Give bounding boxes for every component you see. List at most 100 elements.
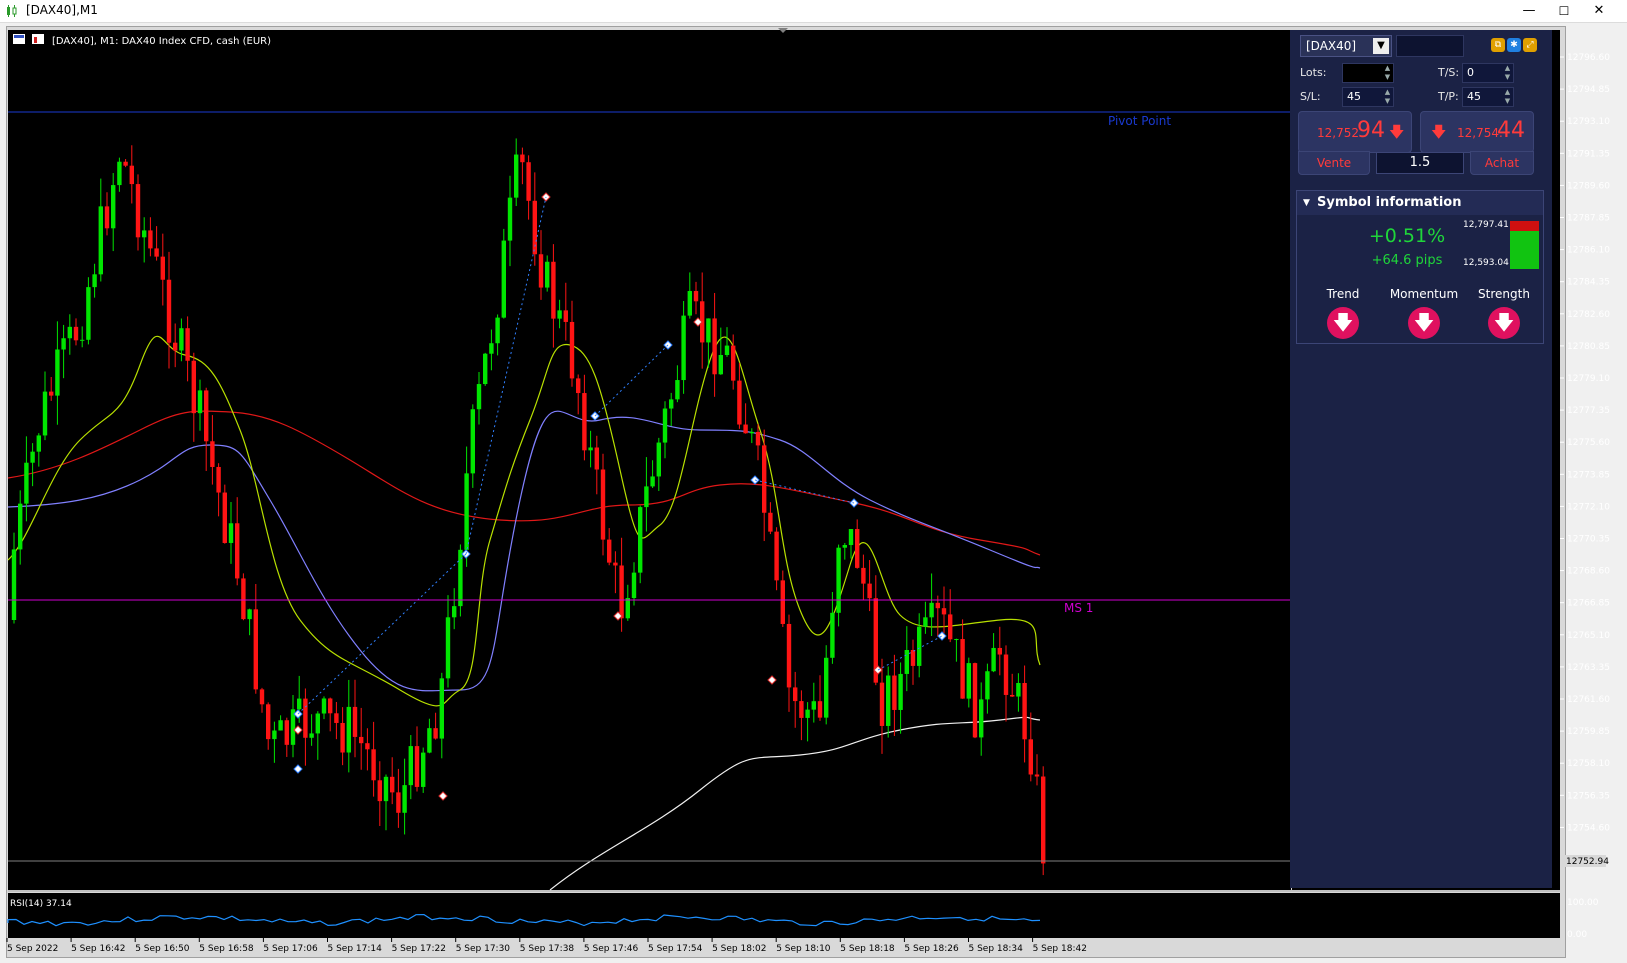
candle-body — [613, 562, 618, 566]
price-tick-label: 12765.10 — [1567, 631, 1610, 641]
candle-body — [768, 512, 773, 532]
candle-body — [253, 609, 258, 690]
candle-body — [569, 321, 575, 379]
candle-body — [607, 539, 612, 563]
candle-body — [985, 671, 990, 700]
candle-body — [123, 161, 128, 166]
ts-value: 0 — [1467, 66, 1474, 79]
candle-body — [656, 442, 661, 477]
buy-button[interactable]: Achat — [1470, 151, 1534, 175]
candle-body — [452, 606, 457, 618]
candle-body — [1016, 682, 1021, 697]
chevron-down-icon[interactable]: ▼ — [1373, 38, 1389, 54]
candle-body — [173, 342, 178, 351]
symbol-value: [DAX40] — [1306, 39, 1357, 53]
time-tick-label: 5 Sep 18:10 — [776, 944, 831, 954]
ts-input[interactable]: 0 ▲ ▼ — [1462, 63, 1514, 83]
candle-body — [228, 523, 234, 543]
candle-body — [675, 380, 680, 400]
rsi-label: RSI(14) 37.14 — [10, 899, 72, 909]
time-tick-label: 5 Sep 17:22 — [392, 944, 446, 954]
symbol-search-input[interactable] — [1396, 35, 1464, 57]
sl-value: 45 — [1347, 90, 1361, 103]
sl-input[interactable]: 45 ▲ ▼ — [1342, 87, 1394, 107]
candle-body — [365, 743, 370, 750]
candle-body — [910, 650, 916, 666]
strength-label: Strength — [1478, 287, 1530, 301]
time-tick-label: 5 Sep 18:42 — [1033, 944, 1087, 954]
price-tick-label: 12754.60 — [1567, 823, 1610, 833]
price-tick-label: 12789.60 — [1567, 181, 1610, 191]
candle-body — [334, 713, 339, 723]
candle-body — [582, 393, 587, 451]
ts-stepper-icon[interactable]: ▲ ▼ — [1503, 64, 1512, 82]
candle-body — [923, 617, 928, 627]
candle-body — [551, 261, 556, 319]
copy-icon[interactable]: ⧉ — [1491, 38, 1505, 52]
candle-body — [210, 441, 215, 467]
candle-body — [142, 230, 147, 238]
candle-body — [303, 698, 308, 738]
day-high: 12,797.41 — [1463, 220, 1509, 230]
candle-body — [36, 435, 41, 452]
candle-body — [247, 609, 252, 620]
candle-body — [489, 343, 494, 354]
lots-input[interactable]: ▲ ▼ — [1342, 63, 1394, 83]
buy-price-button[interactable]: 🡇 12,754. 44 — [1420, 111, 1534, 153]
candle-body — [594, 447, 599, 470]
candle-body — [421, 752, 426, 787]
candle-body — [352, 706, 358, 737]
candle-body — [216, 466, 221, 493]
ts-label: T/S: — [1438, 66, 1460, 79]
tp-stepper-icon[interactable]: ▲ ▼ — [1503, 88, 1512, 106]
gear-icon[interactable]: ✱ — [1507, 38, 1521, 52]
candle-body — [749, 431, 754, 434]
trend-arrow-down-icon: 🡇 — [1327, 307, 1359, 339]
time-tick-label: 5 Sep 18:34 — [969, 944, 1024, 954]
spread-value: 1.5 — [1376, 152, 1464, 174]
time-tick-label: 5 Sep 17:30 — [456, 944, 511, 954]
price-tick-label: 12766.85 — [1567, 599, 1610, 609]
candle-body — [662, 408, 668, 443]
chart-header-text: [DAX40], M1: DAX40 Index CFD, cash (EUR) — [52, 36, 271, 47]
strength-arrow-down-icon: 🡇 — [1488, 307, 1520, 339]
candle-body — [104, 206, 110, 229]
price-tick-label: 12758.10 — [1567, 759, 1610, 769]
arrow-down-icon: 🡇 — [1431, 123, 1447, 141]
candle-body — [346, 706, 351, 753]
trade-panel: [DAX40] ▼ ⧉ ✱ ⤢ Lots: ▲ ▼ T/S: 0 ▲ ▼ S/L: 4… — [1290, 30, 1552, 888]
sell-price-button[interactable]: 12,752. 94 🡇 — [1298, 111, 1412, 153]
tp-input[interactable]: 45 ▲ ▼ — [1462, 87, 1514, 107]
candle-body — [439, 678, 444, 739]
price-tick-label: 12784.35 — [1567, 278, 1610, 288]
candle-body — [340, 722, 345, 753]
candle-body — [805, 709, 810, 718]
price-tick-label: 12780.85 — [1567, 342, 1610, 352]
candle-body — [687, 291, 692, 316]
time-tick-label: 5 Sep 16:58 — [199, 944, 254, 954]
expand-icon[interactable]: ⤢ — [1523, 38, 1537, 52]
candle-body — [222, 492, 227, 543]
candle-body — [638, 507, 643, 573]
sl-stepper-icon[interactable]: ▲ ▼ — [1383, 88, 1392, 106]
sell-price-big: 94 — [1357, 118, 1385, 143]
sell-price-small: 12,752. — [1317, 126, 1363, 140]
candle-body — [98, 206, 103, 275]
sell-button[interactable]: Vente — [1298, 151, 1370, 175]
candle-body — [30, 451, 35, 463]
collapse-triangle-icon[interactable]: ▼ — [1303, 191, 1310, 215]
symbol-select[interactable]: [DAX40] ▼ — [1300, 35, 1392, 57]
candle-body — [11, 549, 17, 620]
candle-body — [898, 673, 903, 710]
candle-body — [786, 623, 792, 688]
candle-body — [855, 529, 860, 568]
candle-body — [520, 154, 525, 163]
candle-body — [117, 161, 122, 186]
candle-body — [979, 699, 984, 738]
price-tick-label: 12770.35 — [1567, 535, 1610, 545]
candle-body — [49, 391, 54, 396]
symbol-information-header[interactable]: ▼ Symbol information — [1297, 191, 1543, 215]
lots-label: Lots: — [1300, 66, 1327, 79]
lots-stepper-icon[interactable]: ▲ ▼ — [1383, 64, 1392, 82]
candle-body — [526, 162, 531, 201]
